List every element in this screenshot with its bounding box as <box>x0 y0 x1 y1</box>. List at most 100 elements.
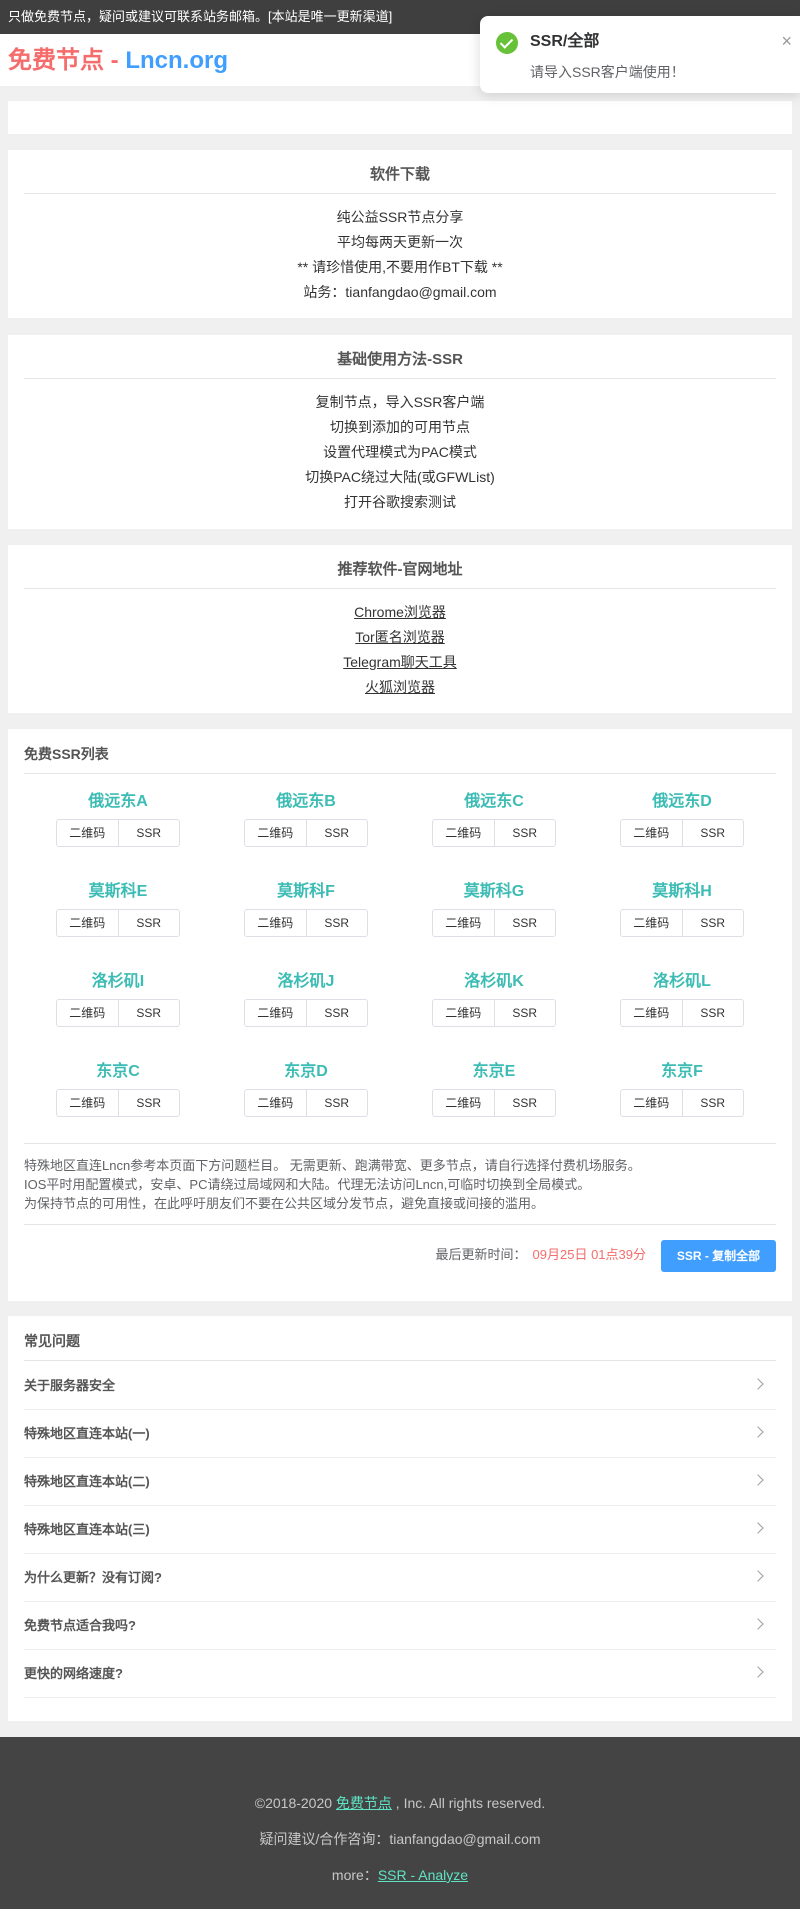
copy-ssr-button[interactable]: SSR <box>305 1000 368 1026</box>
qr-code-button[interactable]: 二维码 <box>245 1090 306 1116</box>
copy-all-ssr-button[interactable]: SSR - 复制全部 <box>661 1240 776 1272</box>
qr-code-button[interactable]: 二维码 <box>621 1000 682 1026</box>
faq-item[interactable]: 特殊地区直连本站(二) <box>24 1458 776 1506</box>
node-name: 洛杉矶J <box>277 973 335 990</box>
copy-ssr-button[interactable]: SSR <box>493 1090 556 1116</box>
copy-ssr-button[interactable]: SSR <box>117 1000 180 1026</box>
qr-code-button[interactable]: 二维码 <box>433 1000 494 1026</box>
success-check-icon <box>496 32 518 54</box>
copy-ssr-button[interactable]: SSR <box>305 820 368 846</box>
node-button-group: 二维码 SSR <box>432 819 556 847</box>
panel-title: 常见问题 <box>24 1332 776 1361</box>
copy-ssr-button[interactable]: SSR <box>681 820 744 846</box>
copy-ssr-button[interactable]: SSR <box>117 910 180 936</box>
node-name: 东京E <box>472 1063 516 1080</box>
node-button-group: 二维码 SSR <box>620 819 744 847</box>
faq-item[interactable]: 为什么更新？没有订阅? <box>24 1554 776 1602</box>
close-icon[interactable]: × <box>781 32 792 50</box>
node-card: 洛杉矶J 二维码 SSR <box>212 971 400 1061</box>
faq-panel: 常见问题 关于服务器安全特殊地区直连本站(一) 特殊地区直连本站(二) 特殊地区直连… <box>8 1316 792 1721</box>
faq-item[interactable]: 特殊地区直连本站(一) <box>24 1410 776 1458</box>
qr-code-button[interactable]: 二维码 <box>245 910 306 936</box>
node-card: 东京E 二维码 SSR <box>400 1061 588 1151</box>
node-name: 洛杉矶L <box>653 973 711 990</box>
node-button-group: 二维码 SSR <box>56 999 180 1027</box>
qr-code-button[interactable]: 二维码 <box>245 1000 306 1026</box>
faq-question: 为什么更新？没有订阅? <box>24 1570 162 1585</box>
qr-code-button[interactable]: 二维码 <box>57 820 118 846</box>
qr-code-button[interactable]: 二维码 <box>621 1090 682 1116</box>
copy-ssr-button[interactable]: SSR <box>493 910 556 936</box>
node-button-group: 二维码 SSR <box>620 909 744 937</box>
copy-ssr-button[interactable]: SSR <box>117 820 180 846</box>
node-button-group: 二维码 SSR <box>56 909 180 937</box>
ssr-analyze-link[interactable]: SSR - Analyze <box>378 1867 468 1883</box>
copy-ssr-button[interactable]: SSR <box>681 910 744 936</box>
toast-title: SSR/全部 <box>530 33 600 50</box>
last-updated: 最后更新时间： 09月25日 01点39分 <box>436 1246 646 1264</box>
node-card: 莫斯科F 二维码 SSR <box>212 881 400 971</box>
node-name: 莫斯科F <box>277 883 335 900</box>
node-button-group: 二维码 SSR <box>244 819 368 847</box>
node-name: 莫斯科G <box>463 883 525 900</box>
site-footer: ©2018-2020 免费节点 , Inc. All rights reserv… <box>0 1737 800 1909</box>
copy-ssr-button[interactable]: SSR <box>305 910 368 936</box>
faq-question: 更快的网络速度? <box>24 1666 123 1681</box>
notice-line: 为保持节点的可用性，在此呼吁朋友们不要在公共区域分发节点，避免直接或间接的滥用。 <box>24 1196 545 1211</box>
faq-item[interactable]: 免费节点适合我吗? <box>24 1602 776 1650</box>
qr-code-button[interactable]: 二维码 <box>245 820 306 846</box>
node-button-group: 二维码 SSR <box>432 909 556 937</box>
copy-ssr-button[interactable]: SSR <box>305 1090 368 1116</box>
qr-code-button[interactable]: 二维码 <box>57 910 118 936</box>
node-card: 莫斯科G 二维码 SSR <box>400 881 588 971</box>
faq-question: 特殊地区直连本站(一) <box>24 1426 150 1441</box>
info-line-contact: 站务：tianfangdao@gmail.com <box>303 284 497 300</box>
qr-code-button[interactable]: 二维码 <box>621 820 682 846</box>
chevron-right-icon <box>752 1426 764 1438</box>
faq-question: 免费节点适合我吗? <box>24 1618 136 1633</box>
node-name: 俄远东C <box>464 793 524 810</box>
copy-ssr-button[interactable]: SSR <box>493 820 556 846</box>
faq-question: 特殊地区直连本站(三) <box>24 1522 150 1537</box>
copy-ssr-button[interactable]: SSR <box>681 1000 744 1026</box>
firefox-link[interactable]: 火狐浏览器 <box>365 679 435 695</box>
qr-code-button[interactable]: 二维码 <box>57 1090 118 1116</box>
qr-code-button[interactable]: 二维码 <box>433 910 494 936</box>
logo-text-primary: 免费节点 - <box>8 47 126 74</box>
more-label: more： <box>331 1867 378 1883</box>
node-button-group: 二维码 SSR <box>620 1089 744 1117</box>
node-card: 洛杉矶I 二维码 SSR <box>24 971 212 1061</box>
node-name: 俄远东B <box>276 793 336 810</box>
notice-line: IOS平时用配置模式，安卓、PC请绕过局域网和大陆。代理无法访问Lncn,可临时… <box>24 1177 591 1192</box>
node-card: 东京C 二维码 SSR <box>24 1061 212 1151</box>
node-name: 东京F <box>661 1063 703 1080</box>
node-card: 洛杉矶K 二维码 SSR <box>400 971 588 1061</box>
faq-item[interactable]: 特殊地区直连本站(三) <box>24 1506 776 1554</box>
chrome-link[interactable]: Chrome浏览器 <box>354 604 446 620</box>
node-button-group: 二维码 SSR <box>56 819 180 847</box>
last-updated-label: 最后更新时间： <box>435 1247 527 1262</box>
copy-ssr-button[interactable]: SSR <box>681 1090 744 1116</box>
node-name: 莫斯科E <box>88 883 148 900</box>
chevron-right-icon <box>752 1474 764 1486</box>
qr-code-button[interactable]: 二维码 <box>433 820 494 846</box>
qr-code-button[interactable]: 二维码 <box>433 1090 494 1116</box>
copy-ssr-button[interactable]: SSR <box>493 1000 556 1026</box>
tor-link[interactable]: Tor匿名浏览器 <box>355 629 444 645</box>
qr-code-button[interactable]: 二维码 <box>57 1000 118 1026</box>
node-card: 俄远东D 二维码 SSR <box>588 791 776 881</box>
faq-question: 关于服务器安全 <box>24 1378 116 1393</box>
node-name: 俄远东A <box>88 793 148 810</box>
node-button-group: 二维码 SSR <box>244 1089 368 1117</box>
site-logo[interactable]: 免费节点 - Lncn.org <box>8 46 228 76</box>
basic-usage-panel: 基础使用方法-SSR 复制节点，导入SSR客户端 切换到添加的可用节点 设置代理… <box>8 335 792 529</box>
copyright-prefix: ©2018-2020 <box>254 1795 336 1811</box>
telegram-link[interactable]: Telegram聊天工具 <box>343 654 457 670</box>
faq-item[interactable]: 更快的网络速度? <box>24 1650 776 1698</box>
node-name: 洛杉矶I <box>91 973 145 990</box>
footer-home-link[interactable]: 免费节点 <box>336 1795 392 1811</box>
qr-code-button[interactable]: 二维码 <box>621 910 682 936</box>
copyright: ©2018-2020 免费节点 , Inc. All rights reserv… <box>0 1793 800 1813</box>
faq-item[interactable]: 关于服务器安全 <box>24 1362 776 1410</box>
copy-ssr-button[interactable]: SSR <box>117 1090 180 1116</box>
